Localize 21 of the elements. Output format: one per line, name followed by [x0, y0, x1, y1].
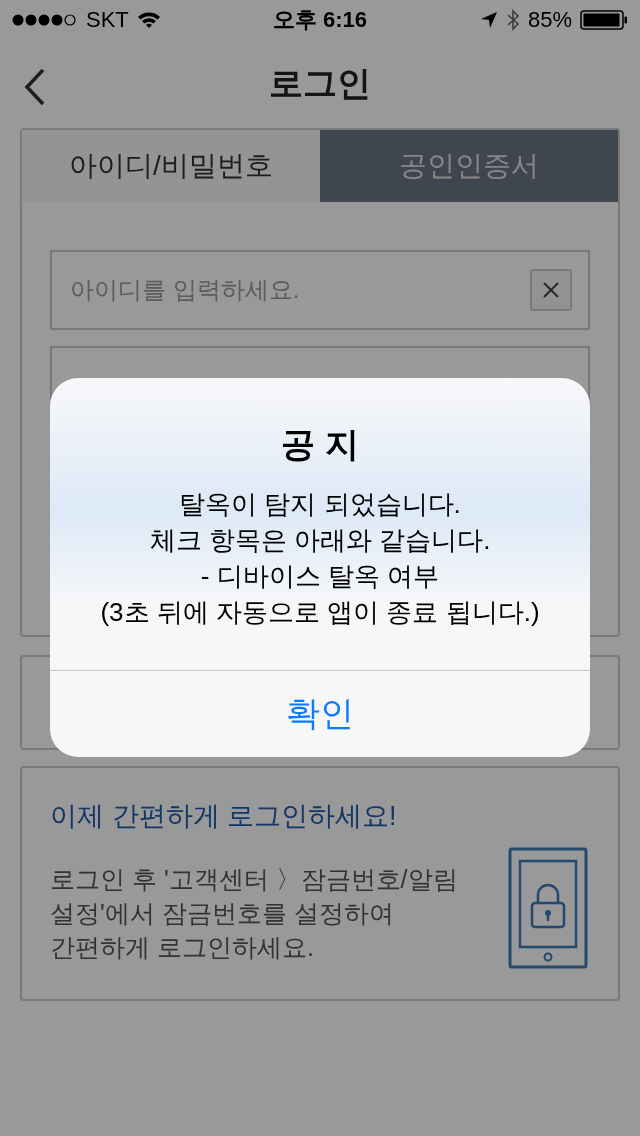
page-title: 로그인: [269, 63, 371, 104]
confirm-button[interactable]: 확인: [50, 670, 590, 757]
clock-time: 오후 6:16: [272, 6, 368, 34]
location-arrow-icon: [479, 11, 498, 29]
clear-button[interactable]: [530, 269, 572, 311]
login-tab[interactable]: 아이디/비밀번호: [22, 130, 320, 202]
battery-percent: 85%: [527, 7, 572, 33]
bluetooth-icon: [505, 9, 520, 31]
dialog-title: 공 지: [281, 424, 359, 465]
battery-icon: [580, 10, 628, 30]
promo-title: 이제 간편하게 로그인하세요!: [50, 800, 398, 833]
dialog-message: 탈옥이 탐지 되었습니다. 체크 항목은 아래와 같습니다. - 디바이스 탈옥 여부 (3초 뒤에 자동으로 앱이 종료 됩니다.): [100, 488, 540, 629]
login-tab[interactable]: 공인인증서: [320, 130, 618, 202]
back-chevron-icon: [24, 68, 46, 106]
close-icon: [542, 281, 560, 299]
signal-icon: [12, 13, 78, 27]
phone-lock-icon: [508, 847, 588, 969]
wifi-icon: [136, 11, 161, 29]
id-input-field[interactable]: 아이디를 입력하세요.: [50, 250, 590, 330]
carrier-name: SKT: [86, 7, 129, 33]
promo-text: 로그인 후 '고객센터 〉잠금번호/알림 설정'에서 잠금번호를 설정하여 간편하게 로그인하세요.: [50, 864, 458, 963]
